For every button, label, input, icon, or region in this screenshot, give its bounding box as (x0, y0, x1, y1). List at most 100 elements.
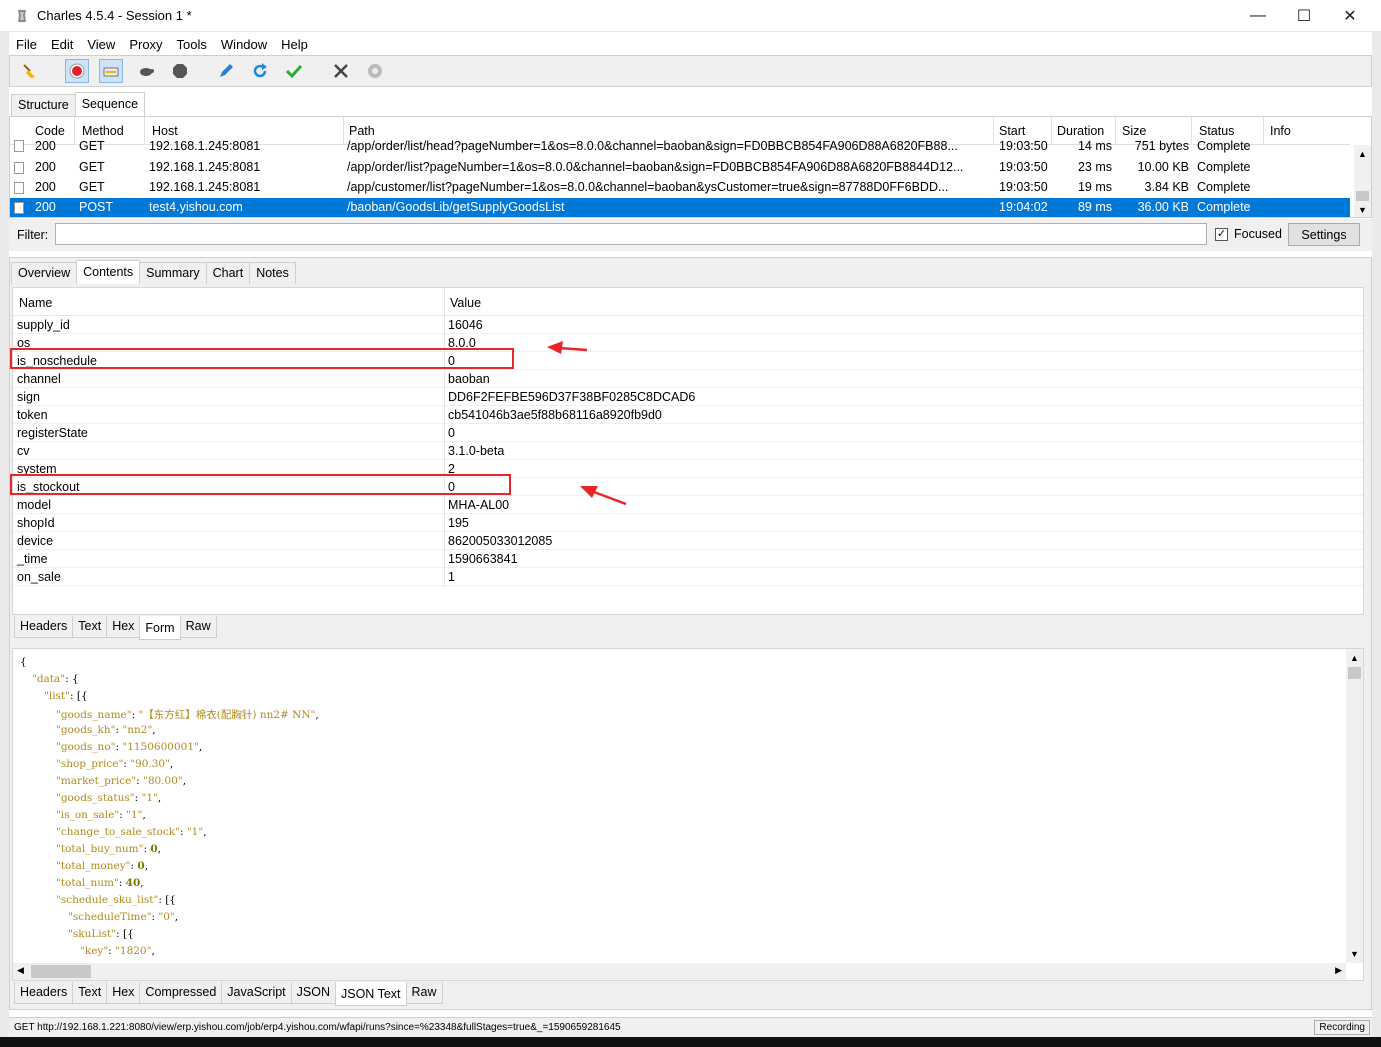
turtle-icon (140, 68, 154, 76)
sequence-scrollbar[interactable]: ▲ ▼ (1354, 145, 1371, 217)
tab-notes[interactable]: Notes (249, 262, 296, 284)
repeat-button[interactable] (248, 59, 272, 83)
tab-response-text[interactable]: Text (72, 982, 108, 1004)
status-text: GET http://192.168.1.221:8080/view/erp.y… (14, 1022, 621, 1033)
charles-app-icon (18, 10, 26, 22)
minimize-icon: — (1250, 6, 1266, 24)
col-code[interactable]: Code (35, 124, 65, 138)
tab-contents[interactable]: Contents (76, 260, 141, 284)
tab-response-javascript[interactable]: JavaScript (221, 982, 292, 1004)
throttle-button[interactable] (99, 59, 123, 83)
filter-label: Filter: (17, 228, 49, 242)
recording-indicator[interactable]: Recording (1314, 1020, 1370, 1035)
request-icon (14, 162, 24, 174)
scroll-thumb[interactable] (1348, 667, 1361, 679)
request-icon (14, 182, 24, 194)
scroll-down-icon: ▼ (1358, 205, 1367, 215)
table-row[interactable]: 200 GET 192.168.1.245:8081 /app/order/li… (10, 158, 1350, 178)
json-text-pane[interactable]: {"data": {"list": [{"goods_name": "【东方红】… (12, 648, 1364, 981)
col-method[interactable]: Method (82, 124, 124, 138)
col-duration[interactable]: Duration (1057, 124, 1104, 138)
json-line: "goods_no": "1150600001", (56, 741, 203, 753)
form-row[interactable]: token cb541046b3ae5f88b68116a8920fb9d0 (13, 406, 1363, 424)
form-row[interactable]: model MHA-AL00 (13, 496, 1363, 514)
record-button[interactable] (65, 59, 89, 83)
compose-button[interactable] (214, 59, 238, 83)
record-icon (69, 63, 85, 79)
clear-session-button[interactable] (18, 59, 42, 83)
menu-edit[interactable]: Edit (44, 37, 80, 52)
col-status[interactable]: Status (1199, 124, 1234, 138)
tab-sequence[interactable]: Sequence (74, 92, 146, 116)
tab-structure[interactable]: Structure (11, 94, 76, 116)
tab-chart[interactable]: Chart (205, 262, 251, 284)
json-line: "goods_name": "【东方红】棉衣(配胸针) nn2# NN", (56, 709, 319, 721)
gear-icon (368, 64, 382, 78)
tab-request-raw[interactable]: Raw (179, 616, 217, 638)
form-header: Name Value (13, 288, 1363, 316)
col-info[interactable]: Info (1270, 124, 1291, 138)
form-row[interactable]: supply_id 16046 (13, 316, 1363, 334)
tab-request-form[interactable]: Form (139, 616, 181, 640)
tools-icon (334, 64, 348, 78)
col-start[interactable]: Start (999, 124, 1025, 138)
broom-icon (23, 64, 35, 78)
tab-request-headers[interactable]: Headers (14, 616, 74, 638)
menu-view[interactable]: View (80, 37, 122, 52)
response-tabs: Headers Text Hex Compressed JavaScript J… (14, 982, 443, 1006)
validate-button[interactable] (282, 59, 306, 83)
menu-proxy[interactable]: Proxy (122, 37, 169, 52)
form-row[interactable]: channel baoban (13, 370, 1363, 388)
menu-file[interactable]: File (9, 37, 44, 52)
tab-request-hex[interactable]: Hex (106, 616, 141, 638)
form-row[interactable]: device 862005033012085 (13, 532, 1363, 550)
col-host[interactable]: Host (152, 124, 178, 138)
form-row[interactable]: sign DD6F2FEFBE596D37F38BF0285C8DCAD6 (13, 388, 1363, 406)
minimize-button[interactable]: — (1235, 0, 1281, 31)
table-row-selected[interactable]: 200 POST test4.yishou.com /baoban/GoodsL… (10, 198, 1350, 217)
taskbar-edge (0, 1037, 1381, 1047)
focused-checkbox[interactable]: ✓ (1215, 228, 1228, 241)
menu-help[interactable]: Help (274, 37, 315, 52)
menu-window[interactable]: Window (214, 37, 274, 52)
tab-response-headers[interactable]: Headers (14, 982, 74, 1004)
tab-summary[interactable]: Summary (139, 262, 207, 284)
json-horizontal-scrollbar[interactable]: ◀ ▶ (13, 963, 1346, 980)
form-row[interactable]: on_sale 1 (13, 568, 1363, 586)
maximize-button[interactable]: ☐ (1281, 0, 1327, 31)
json-line: "data": { (32, 673, 79, 685)
breakpoints-button[interactable] (134, 59, 158, 83)
tab-response-compressed[interactable]: Compressed (139, 982, 223, 1004)
tab-request-text[interactable]: Text (72, 616, 108, 638)
detail-tabs: Overview Contents Summary Chart Notes (11, 260, 296, 284)
col-value[interactable]: Value (450, 296, 481, 310)
scroll-thumb[interactable] (1356, 191, 1369, 201)
tab-response-raw[interactable]: Raw (405, 982, 443, 1004)
request-icon (14, 202, 24, 214)
settings-button[interactable] (363, 59, 387, 83)
json-line: "key": "1820", (80, 945, 155, 957)
close-button[interactable]: ✕ (1327, 0, 1373, 31)
stop-button[interactable] (168, 59, 192, 83)
table-row[interactable]: 200 GET 192.168.1.245:8081 /app/order/li… (10, 139, 1350, 153)
json-line: "list": [{ (44, 690, 88, 702)
col-name[interactable]: Name (19, 296, 52, 310)
filter-bar: Filter: ✓ Focused Settings (9, 219, 1372, 251)
filter-input[interactable] (55, 223, 1207, 245)
form-row[interactable]: _time 1590663841 (13, 550, 1363, 568)
table-row[interactable]: 200 GET 192.168.1.245:8081 /app/customer… (10, 178, 1350, 198)
tab-response-json[interactable]: JSON (290, 982, 336, 1004)
col-size[interactable]: Size (1122, 124, 1146, 138)
tab-response-json-text[interactable]: JSON Text (335, 982, 407, 1006)
settings-button[interactable]: Settings (1288, 223, 1360, 246)
form-row[interactable]: registerState 0 (13, 424, 1363, 442)
tools-button[interactable] (329, 59, 353, 83)
scroll-thumb[interactable] (31, 965, 91, 978)
form-row[interactable]: cv 3.1.0-beta (13, 442, 1363, 460)
json-vertical-scrollbar[interactable]: ▲ ▼ (1346, 649, 1363, 963)
col-path[interactable]: Path (349, 124, 375, 138)
form-row[interactable]: shopId 195 (13, 514, 1363, 532)
tab-response-hex[interactable]: Hex (106, 982, 141, 1004)
tab-overview[interactable]: Overview (11, 262, 78, 284)
menu-tools[interactable]: Tools (170, 37, 214, 52)
